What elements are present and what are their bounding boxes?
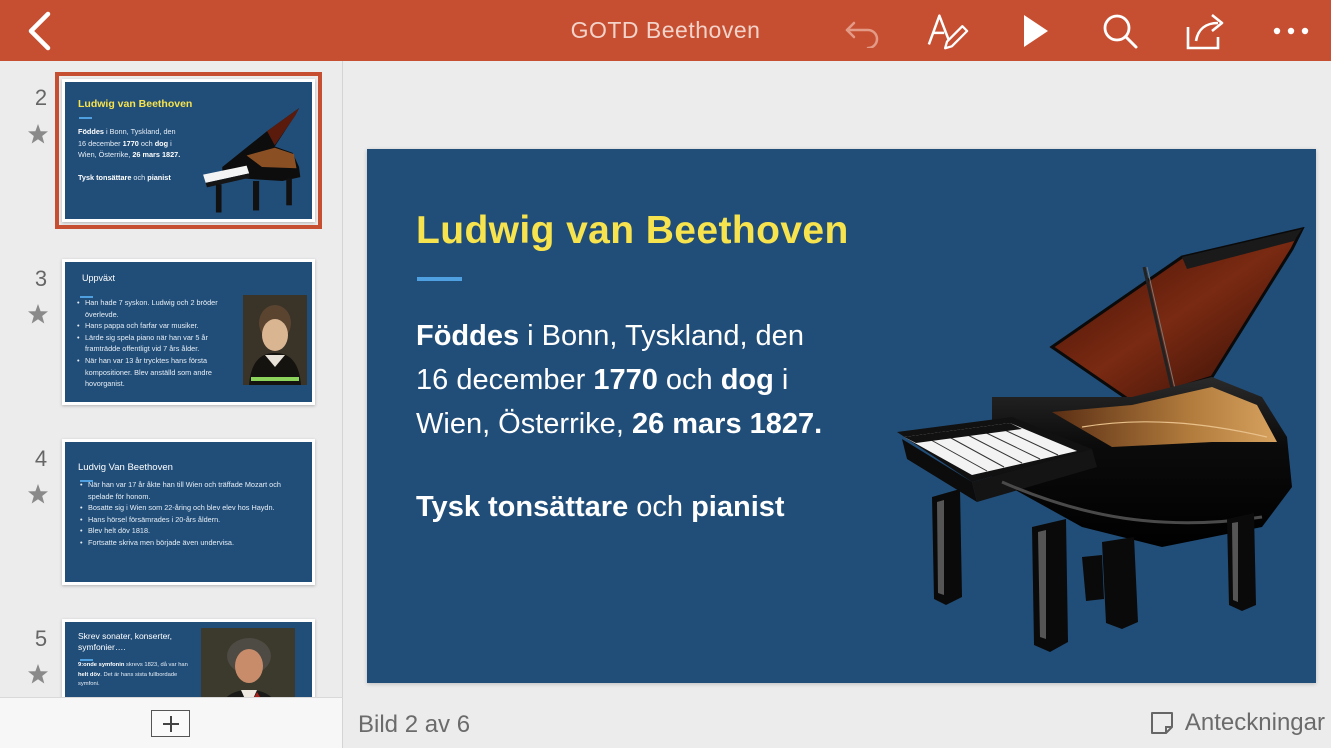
star-icon — [27, 483, 49, 505]
play-icon[interactable] — [1012, 10, 1056, 52]
slide-body-text: Föddes i Bonn, Tyskland, den 16 december… — [416, 320, 823, 440]
slide-thumbnail-panel: 2 Ludwig van Beethoven Föddes i Bonn, Ty… — [0, 61, 343, 697]
star-icon — [27, 303, 49, 325]
thumb-title: Uppväxt — [82, 273, 116, 283]
undo-icon[interactable] — [840, 10, 884, 52]
share-icon[interactable] — [1184, 10, 1228, 52]
list-item: Lärde sig spela piano när han var 5 år f… — [77, 332, 242, 355]
list-item: När han var 13 år trycktes hans första k… — [77, 355, 242, 390]
top-toolbar: GOTD Beethoven — [0, 0, 1331, 61]
notes-icon — [1150, 712, 1173, 734]
plus-icon — [162, 715, 179, 732]
star-icon — [27, 663, 49, 685]
thumb-title: Skrev sonater, konserter, symfonier…. — [78, 631, 173, 652]
slide-number: 2 — [34, 85, 48, 110]
add-slide-button[interactable] — [151, 710, 190, 737]
grand-piano-image — [198, 102, 308, 214]
slide-subtitle-text: Tysk tonsättare och pianist — [416, 491, 785, 523]
search-icon[interactable] — [1098, 10, 1142, 52]
title-underline — [79, 117, 92, 119]
thumb-body: 9:onde symfonin skrevs 1823, då var han … — [78, 662, 188, 687]
bottom-status-bar: Bild 2 av 6 Anteckningar — [344, 697, 1331, 748]
slide-number: 3 — [34, 266, 48, 291]
sidebar-footer — [0, 697, 343, 748]
edit-pen-icon[interactable] — [926, 10, 970, 52]
slide-thumbnail-4[interactable]: Ludvig Van Beethoven När han var 17 år å… — [62, 439, 315, 585]
list-item: Bosatte sig i Wien som 22-åring och blev… — [80, 502, 305, 514]
thumb-title: Ludwig van Beethoven — [78, 98, 193, 110]
current-slide[interactable]: Ludwig van Beethoven Föddes i Bonn, Tysk… — [367, 149, 1316, 683]
slide-number: 5 — [34, 626, 48, 651]
beethoven-portrait-image — [201, 628, 295, 697]
grand-piano-image — [882, 226, 1312, 657]
list-item: Hans pappa och farfar var musiker. — [77, 320, 242, 332]
notes-button[interactable]: Anteckningar — [1149, 709, 1325, 737]
list-item: Han hade 7 syskon. Ludwig och 2 bröder ö… — [77, 297, 242, 320]
title-underline — [417, 277, 462, 281]
back-icon[interactable] — [22, 10, 62, 52]
thumb-bullet-list: När han var 17 år åkte han till Wien och… — [80, 479, 305, 549]
thumb-bullet-list: Han hade 7 syskon. Ludwig och 2 bröder ö… — [77, 297, 242, 390]
thumb-body: Föddes i Bonn, Tyskland, den 16 december… — [78, 127, 181, 183]
list-item: Blev helt döv 1818. — [80, 525, 305, 537]
list-item: Fortsatte skriva men började även underv… — [80, 537, 305, 549]
list-item: När han var 17 år åkte han till Wien och… — [80, 479, 305, 502]
slide-thumbnail-5[interactable]: Skrev sonater, konserter, symfonier…. 9:… — [62, 619, 315, 697]
young-beethoven-portrait-image — [243, 295, 307, 385]
slide-thumbnail-3[interactable]: Uppväxt Han hade 7 syskon. Ludwig och 2 … — [62, 259, 315, 405]
slide-title: Ludwig van Beethoven — [416, 209, 849, 252]
slide-number: 4 — [34, 446, 48, 471]
slide-counter: Bild 2 av 6 — [358, 711, 471, 738]
star-icon — [27, 123, 49, 145]
notes-label: Anteckningar — [1184, 709, 1325, 736]
slide-thumbnail-2[interactable]: Ludwig van Beethoven Föddes i Bonn, Tysk… — [55, 72, 322, 229]
thumb-title: Ludvig Van Beethoven — [78, 462, 173, 473]
list-item: Hans hörsel försämrades i 20-års åldern. — [80, 514, 305, 526]
more-icon[interactable] — [1270, 10, 1314, 52]
